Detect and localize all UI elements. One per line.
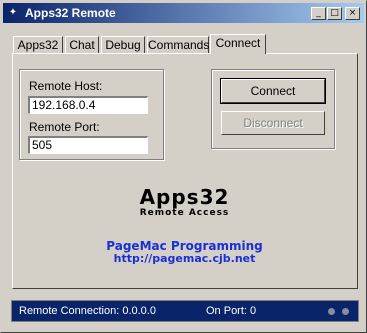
port-status: On Port: 0 [206, 305, 257, 317]
brand-tagline: Remote Access [139, 208, 230, 218]
remote-connection-status: Remote Connection: 0.0.0.0 [19, 305, 156, 317]
status-indicator-icon [328, 308, 335, 315]
remote-port-input[interactable]: 505 [28, 136, 148, 154]
remote-host-input[interactable]: 192.168.0.4 [28, 96, 148, 114]
minimize-button[interactable]: _ [311, 7, 326, 20]
remote-host-label: Remote Host: [29, 79, 103, 93]
disconnect-button[interactable]: Disconnect [221, 111, 325, 135]
window-title: Apps32 Remote [25, 6, 116, 20]
connect-button[interactable]: Connect [220, 78, 326, 104]
tab-connect[interactable]: Connect [210, 34, 266, 54]
title-bar[interactable]: ✦ Apps32 Remote _ □ × [3, 3, 364, 23]
status-indicator-icon [342, 308, 349, 315]
app-icon: ✦ [8, 7, 18, 18]
tab-apps32[interactable]: Apps32 [13, 36, 63, 53]
company-url-link[interactable]: http://pagemac.cjb.net [1, 252, 367, 265]
app-window: ✦ Apps32 Remote _ □ × Apps32 Chat Debug … [0, 0, 367, 333]
brand-name: Apps32 [139, 185, 230, 209]
company-name: PageMac Programming [106, 239, 263, 253]
tab-debug[interactable]: Debug [101, 36, 145, 53]
close-button[interactable]: × [345, 7, 360, 20]
tab-commands[interactable]: Commands [147, 36, 209, 53]
remote-port-label: Remote Port: [29, 120, 100, 134]
tab-chat[interactable]: Chat [65, 36, 99, 53]
status-bar: Remote Connection: 0.0.0.0 On Port: 0 [11, 300, 359, 322]
maximize-button[interactable]: □ [327, 7, 342, 20]
